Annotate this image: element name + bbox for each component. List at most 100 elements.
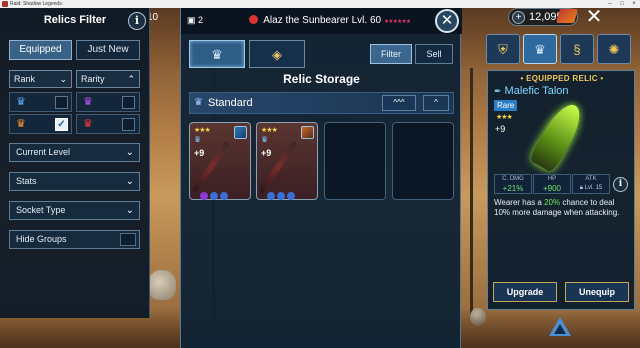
helix-icon: § [573,42,581,57]
diamond-icon: ◈ [272,47,282,62]
empty-relic-slot [392,122,454,200]
group-label: Standard [208,97,253,109]
rarity-label: Rarity [81,74,105,84]
equipped-title: • EQUIPPED RELIC • [520,74,604,83]
crown-icon: ♛ [261,135,269,144]
stat-locked-value: 🔒︎ Lvl. 15 [579,185,603,191]
socket-gem-icon [277,192,285,200]
tab-artifacts[interactable]: ◈ [249,40,305,68]
socket-gem-icon [210,192,218,200]
maximize-button[interactable]: □ [616,0,628,8]
relic-type-badge [301,126,314,139]
app-icon [2,1,8,7]
hero-name-text: Alaz the Sunbearer Lvl. 60 [263,15,382,26]
relic-name: ✒ Malefic Talon [494,85,569,97]
window-close-button[interactable]: × [628,0,640,8]
gem-icon [556,9,578,23]
unequip-button[interactable]: Unequip [565,282,629,302]
equipment-tabs: ⛨ ♛ § ✺ [486,34,636,64]
socket-type-dropdown[interactable]: Socket Type ⌄ [9,201,140,220]
rarity-checkbox-1[interactable] [122,96,135,109]
relic-count: ▣ 2 [187,15,203,26]
relic-storage-panel: ▣ 2 Alaz the Sunbearer Lvl. 60 ★★★★★★ ✕ … [180,8,462,348]
relic-type-badge [234,126,247,139]
sell-button[interactable]: Sell [415,44,453,64]
chest-icon: ▣ [187,15,196,25]
skull-icon [249,15,258,24]
add-currency-button[interactable]: + [512,11,525,24]
relic-count-value: 2 [198,15,204,25]
stats-label: Stats [16,176,37,186]
tab-relics[interactable]: ♛ [189,40,245,68]
collapse-button[interactable]: ^ [423,95,449,111]
shield-icon: ⛨ [498,42,508,57]
filter-info-button[interactable]: i [128,12,146,30]
rank-checkbox-1[interactable] [55,96,68,109]
window-title: Raid: Shadow Legends [10,1,62,7]
stat-label: HP [547,176,557,182]
rank-label: Rank [14,74,36,84]
window-titlebar: Raid: Shadow Legends – □ × [0,0,640,8]
arrow-up-icon[interactable] [547,315,573,339]
relic-info-button[interactable]: i [613,177,628,192]
upgrade-button[interactable]: Upgrade [493,282,557,302]
tab-relic[interactable]: ♛ [523,34,557,64]
crown-icon: ♛ [83,118,93,130]
rarity-checkbox-2[interactable] [122,118,135,131]
tab-mastery[interactable]: § [560,34,594,64]
tab-just-new[interactable]: Just New [76,40,140,60]
storage-close-button[interactable]: ✕ [435,9,459,33]
tab-blessing[interactable]: ✺ [597,34,631,64]
rarity-row-2: ♛ [76,114,140,134]
stats-dropdown[interactable]: Stats ⌄ [9,172,140,191]
tab-equipped[interactable]: Equipped [9,40,72,60]
hide-groups-toggle[interactable]: Hide Groups [9,230,140,249]
current-level-label: Current Level [16,147,71,157]
current-level-dropdown[interactable]: Current Level ⌄ [9,143,140,162]
stat-value: +21% [502,184,524,193]
crown-icon: ♛ [16,96,26,108]
filter-button[interactable]: Filter [370,44,412,64]
background-pole [470,68,473,318]
chevron-down-icon: ⌄ [125,176,134,187]
socket-gem-icon [200,192,208,200]
chevron-down-icon: ⌄ [125,147,134,158]
relic-slot[interactable]: ★★★ ♛ +9 [189,122,251,200]
rarity-dropdown[interactable]: Rarity ⌃ [76,70,140,88]
background-skull [148,270,176,300]
stat-label: C. DMG [502,176,524,182]
rarity-row-1: ♛ [76,92,140,112]
rank-dropdown[interactable]: Rank ⌄ [9,70,72,88]
tab-armor[interactable]: ⛨ [486,34,520,64]
screen-close-button[interactable]: ✕ [581,6,607,28]
arrow-up-inner [554,324,566,334]
rank-checkbox-2[interactable]: ✓ [55,118,68,131]
malefic-talon-image [528,98,588,174]
hero-name: Alaz the Sunbearer Lvl. 60 ★★★★★★ [249,15,411,26]
stat-hp: HP +900 [533,174,571,194]
empty-relic-slot [324,122,386,200]
relic-stars: ★★★ [261,127,278,134]
storage-title: Relic Storage [283,72,360,86]
crown-icon: ♛ [211,47,223,62]
lock-icon: 🔒︎ [579,185,583,191]
relic-level: +9 [261,148,272,158]
stat-label: ATK [585,176,597,182]
group-header-standard[interactable]: ♛ Standard ^^^ ^ [189,92,454,114]
stat-crit-damage: C. DMG +21% [494,174,532,194]
crown-icon: ♛ [194,97,203,108]
crown-icon: ♛ [534,42,546,57]
relic-slot[interactable]: ★★★ ♛ +9 [256,122,318,200]
relic-sockets [267,187,297,205]
chevron-down-icon: ⌄ [125,205,134,216]
crown-icon: ♛ [194,135,202,144]
stat-value: +900 [542,184,562,193]
collapse-all-button[interactable]: ^^^ [382,95,416,111]
chevron-up-icon: ⌃ [127,74,135,84]
relic-stars: ★★★ [194,127,211,134]
relic-level: +9 [194,148,205,158]
equipped-relic-panel: • EQUIPPED RELIC • ✒ Malefic Talon Rare ★… [487,70,635,310]
rarity-badge: Rare [494,100,518,111]
hide-groups-switch[interactable] [120,233,136,246]
crown-icon: ♛ [83,96,93,108]
